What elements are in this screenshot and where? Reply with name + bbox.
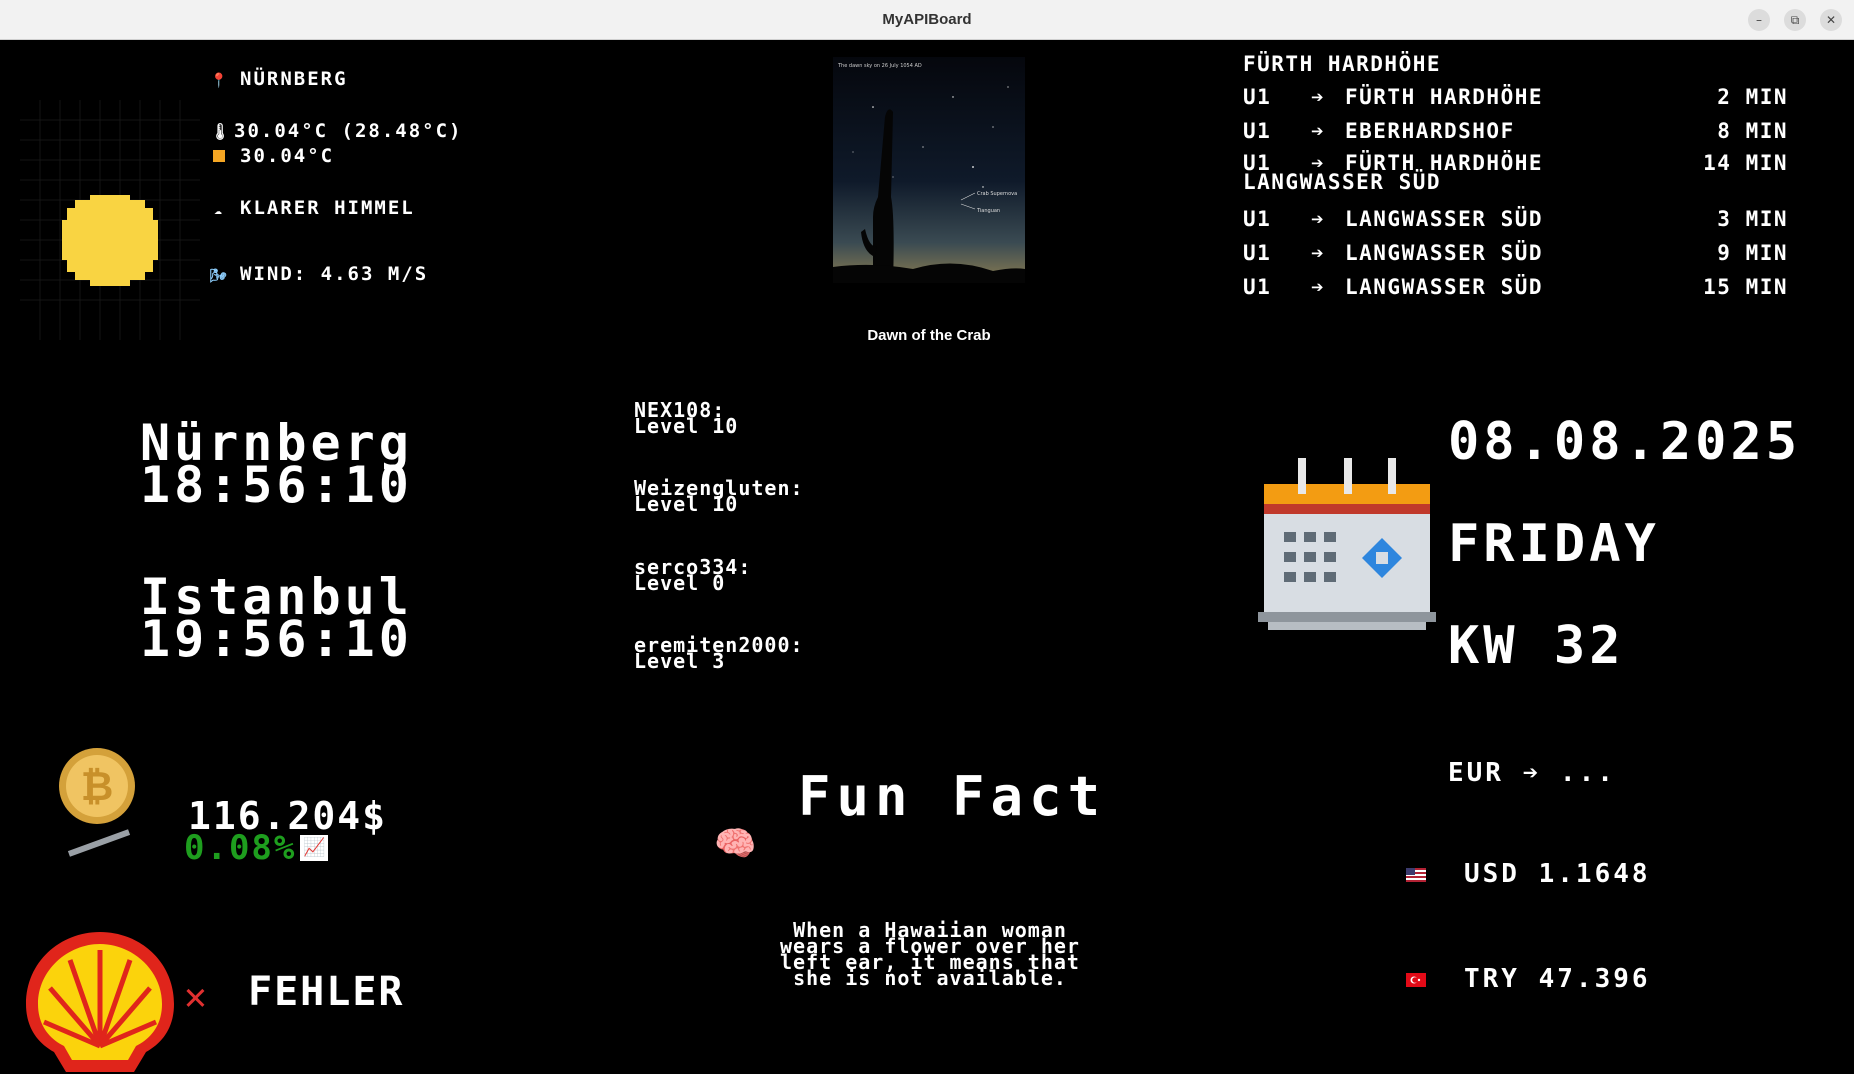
weather-max-temperature: 30.04°C	[240, 145, 335, 167]
arrow-right-icon: ➔	[1311, 119, 1326, 143]
calendar-weekday: FRIDAY	[1448, 514, 1660, 574]
chart-up-icon: 📈	[300, 835, 329, 861]
window-title: MyAPIBoard	[882, 11, 972, 28]
player-entry: serco334: Level 0	[634, 557, 751, 593]
calendar-week: KW 32	[1448, 616, 1625, 676]
restore-button[interactable]: ⧉	[1784, 9, 1806, 31]
bitcoin-icon: ₿	[59, 748, 135, 857]
apod-small-caption: The dawn sky on 26 July 1054 AD	[837, 63, 922, 69]
clock-time: 19:56:10	[140, 610, 413, 668]
fuel-status: FEHLER	[248, 969, 405, 1015]
us-flag-icon	[1406, 867, 1426, 882]
departure-line: U1	[1243, 207, 1272, 231]
funfact-text: When a Hawaiian woman wears a flower ove…	[740, 920, 1120, 990]
departure-destination: EBERHARDSHOF	[1345, 119, 1515, 143]
calendar-date: 08.08.2025	[1448, 412, 1802, 472]
wind-icon: 🌬	[210, 269, 229, 284]
clock-nuernberg: Nürnberg 18:56:10	[140, 418, 500, 514]
departure-line: U1	[1243, 85, 1272, 109]
departure-minutes: 15 MIN	[1703, 275, 1788, 299]
currency-header: EUR ➔ ...	[1448, 758, 1616, 788]
clock-time: 18:56:10	[140, 456, 413, 514]
currency-code: USD	[1464, 859, 1520, 889]
player-entry: Weizengluten: Level 10	[634, 478, 804, 514]
departure-row: U1 ➔ LANGWASSER SÜD 3 MIN	[1243, 202, 1788, 236]
arrow-right-icon: ➔	[1311, 151, 1326, 175]
close-button[interactable]: ✕	[1820, 9, 1842, 31]
weather-max-row: 30.04°C	[210, 145, 334, 167]
arrow-right-icon: ➔	[1311, 275, 1326, 299]
funfact-title: Fun Fact	[798, 765, 1107, 828]
calendar-icon	[1258, 458, 1436, 630]
departure-line: U1	[1243, 275, 1272, 299]
weather-location: NÜRNBERG	[240, 68, 348, 90]
player-level: Level 10	[634, 414, 739, 438]
weather-temperature: 30.04°C (28.48°C)	[234, 120, 463, 142]
departure-minutes: 14 MIN	[1703, 151, 1788, 175]
transit-station: FÜRTH HARDHÖHE	[1243, 52, 1442, 76]
clock-istanbul: Istanbul 19:56:10	[140, 572, 500, 668]
error-icon: ✕	[184, 974, 207, 1018]
pin-icon: 📍	[210, 73, 230, 89]
departure-destination: FÜRTH HARDHÖHE	[1345, 85, 1544, 109]
departure-minutes: 9 MIN	[1717, 241, 1788, 265]
departure-row: U1 ➔ EBERHARDSHOF 8 MIN	[1243, 114, 1788, 148]
transit-widget: FÜRTH HARDHÖHE U1 ➔ FÜRTH HARDHÖHE 2 MIN…	[1243, 48, 1788, 304]
currency-value: 47.396	[1538, 964, 1651, 994]
max-temp-icon	[210, 145, 228, 167]
weather-condition-row: ☁ KLARER HIMMEL	[210, 197, 415, 219]
sun-icon	[20, 100, 200, 340]
departure-line: U1	[1243, 241, 1272, 265]
departure-destination: LANGWASSER SÜD	[1345, 207, 1544, 231]
departure-minutes: 3 MIN	[1717, 207, 1788, 231]
arrow-right-icon: ➔	[1311, 85, 1326, 109]
shell-logo	[26, 932, 174, 1072]
crypto-change: 0.08%	[184, 828, 297, 868]
apod-label-supernova: Crab Supernova	[977, 191, 1017, 197]
departure-line: U1	[1243, 119, 1272, 143]
departure-destination: LANGWASSER SÜD	[1345, 241, 1544, 265]
player-entry: NEX108: Level 10	[634, 400, 739, 438]
departure-row: U1 ➔ FÜRTH HARDHÖHE 2 MIN	[1243, 80, 1788, 114]
weather-temp-row: 🌡30.04°C (28.48°C)	[210, 120, 462, 142]
window-titlebar[interactable]: MyAPIBoard – ⧉ ✕	[0, 0, 1854, 40]
apod-title: Dawn of the Crab	[867, 327, 991, 344]
departure-destination: FÜRTH HARDHÖHE	[1345, 151, 1544, 175]
minimize-button[interactable]: –	[1748, 9, 1770, 31]
weather-wind: WIND: 4.63 M/S	[240, 263, 429, 285]
weather-wind-row: 🌬 WIND: 4.63 M/S	[210, 263, 428, 285]
departure-row: U1 ➔ LANGWASSER SÜD 15 MIN	[1243, 270, 1788, 304]
apod-label-tianguan: Tianguan	[976, 208, 1000, 214]
currency-value: 1.1648	[1538, 859, 1651, 889]
thermometer-icon: 🌡	[210, 122, 233, 141]
weather-location-row: 📍 NÜRNBERG	[210, 68, 348, 90]
funfact-line: she is not available.	[793, 966, 1067, 990]
departure-minutes: 2 MIN	[1717, 85, 1788, 109]
cloud-icon: ☁	[214, 203, 224, 218]
tr-flag-icon	[1406, 972, 1426, 987]
player-entry: eremiten2000: Level 3	[634, 635, 804, 671]
currency-code: TRY	[1464, 964, 1520, 994]
apod-image[interactable]: The dawn sky on 26 July 1054 AD Crab Sup…	[833, 57, 1025, 283]
brain-icon: 🧠	[714, 824, 757, 864]
currency-row-try: TRY 47.396	[1406, 964, 1651, 994]
arrow-right-icon: ➔	[1311, 241, 1326, 265]
currency-row-usd: USD 1.1648	[1406, 859, 1651, 889]
svg-text:₿: ₿	[81, 764, 114, 810]
departure-destination: LANGWASSER SÜD	[1345, 275, 1544, 299]
departure-minutes: 8 MIN	[1717, 119, 1788, 143]
arrow-right-icon: ➔	[1311, 207, 1326, 231]
departure-row: U1 ➔ FÜRTH HARDHÖHE 14 MIN	[1243, 148, 1788, 175]
departure-row: U1 ➔ LANGWASSER SÜD 9 MIN	[1243, 236, 1788, 270]
crypto-change-row: 0.08% 📈	[184, 828, 329, 868]
weather-condition: KLARER HIMMEL	[240, 197, 415, 219]
dashboard: 📍 NÜRNBERG 🌡30.04°C (28.48°C) 30.04°C ☁ KL…	[0, 40, 1854, 1072]
departure-line: U1	[1243, 151, 1272, 175]
